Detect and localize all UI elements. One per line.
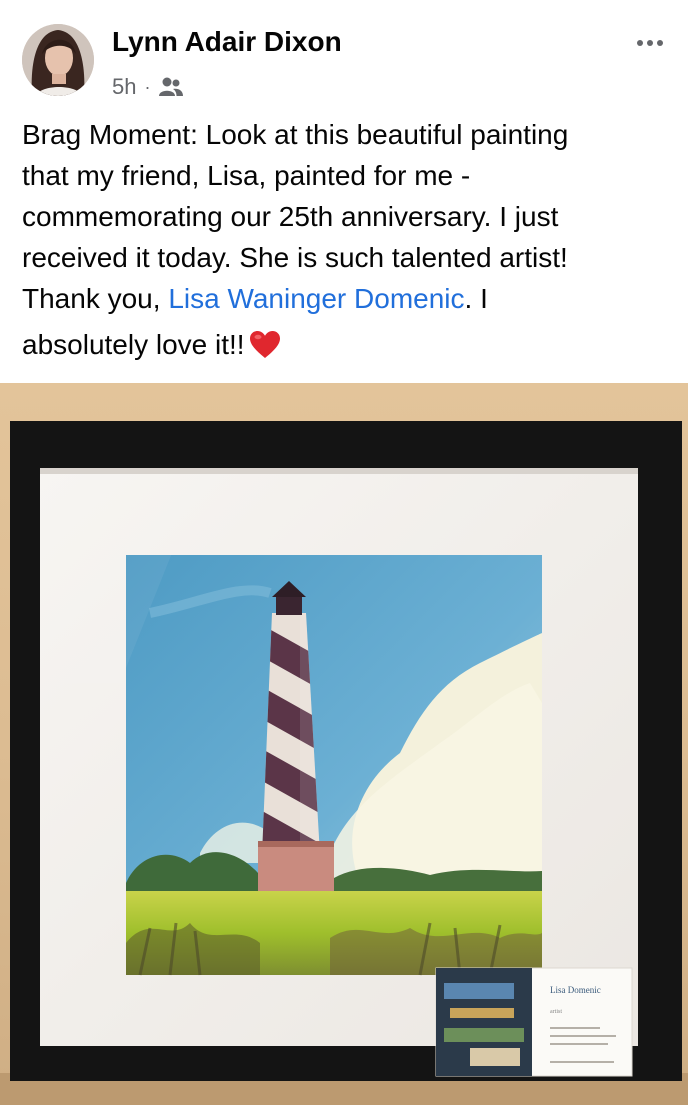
post-text-fragment: absolutely love it!!	[22, 329, 245, 360]
post-text-line: absolutely love it!!	[22, 324, 672, 365]
post-text-fragment: Thank you,	[22, 283, 169, 314]
post-text-fragment: . I	[464, 283, 488, 314]
avatar-photo	[22, 24, 94, 96]
mention-link[interactable]: Lisa Waninger Domenic	[168, 283, 464, 314]
post-text-line: Brag Moment: Look at this beautiful pain…	[22, 119, 569, 150]
card-title: artist	[550, 1009, 562, 1015]
card-name: Lisa Domenic	[550, 985, 601, 995]
menu-dot	[657, 40, 663, 46]
more-options-icon[interactable]	[630, 28, 670, 58]
author-avatar[interactable]	[22, 24, 94, 96]
post-text-line: commemorating our 25th anniversary. I ju…	[22, 201, 559, 232]
post-text-line: received it today. She is such talented …	[22, 242, 568, 273]
post-photo[interactable]: Lisa Domenic artist	[0, 383, 688, 1105]
author-name[interactable]: Lynn Adair Dixon	[112, 26, 342, 58]
menu-dot	[647, 40, 653, 46]
lighthouse-painting	[126, 555, 542, 976]
meta-separator: ·	[144, 76, 151, 97]
post-body: Brag Moment: Look at this beautiful pain…	[22, 114, 672, 365]
post-header: Lynn Adair Dixon 5h ·	[0, 0, 688, 110]
post-text-line: Thank you, Lisa Waninger Domenic. I	[22, 278, 672, 319]
post-timestamp[interactable]: 5h	[112, 74, 136, 100]
menu-dot	[637, 40, 643, 46]
framed-painting-photo: Lisa Domenic artist	[0, 383, 688, 1105]
red-heart-icon	[249, 331, 280, 358]
post-meta: 5h ·	[112, 72, 184, 102]
post-text-line: that my friend, Lisa, painted for me -	[22, 160, 471, 191]
friends-icon[interactable]	[158, 76, 184, 98]
artist-business-card: Lisa Domenic artist	[435, 967, 633, 1077]
